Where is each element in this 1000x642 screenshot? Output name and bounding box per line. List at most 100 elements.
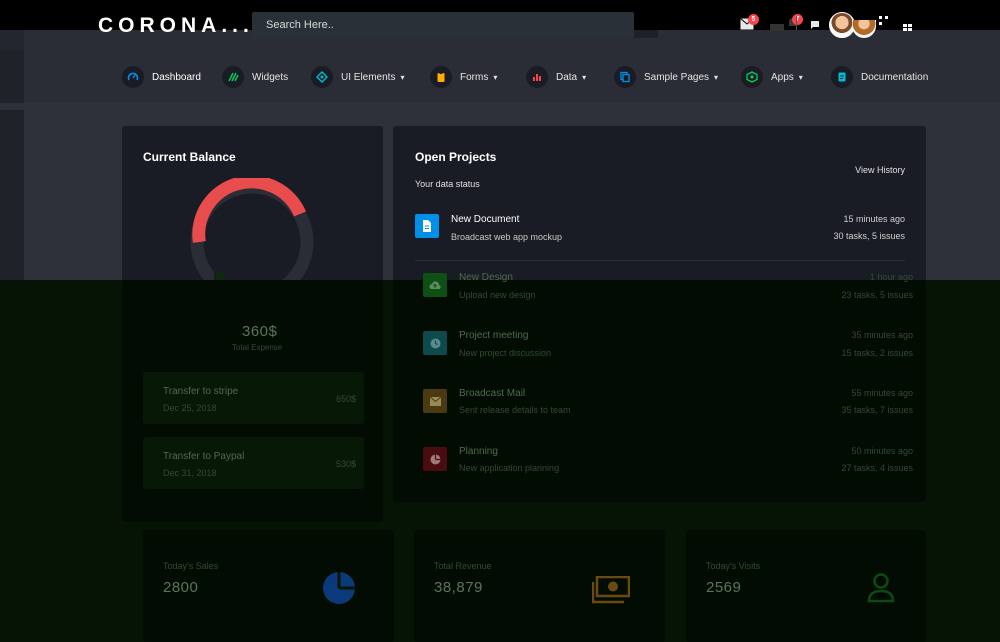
project-item-icon [423,331,447,355]
toolbar-divider-2 [796,16,797,30]
projects-card: Open Projects Your data status View Hist… [393,126,926,286]
cash-icon [592,576,630,604]
cube-icon [741,66,763,88]
projects-card-title: Open Projects [415,150,497,164]
user-icon [867,573,895,603]
project-stats: 27 tasks, 4 issues [841,463,913,473]
project-name[interactable]: New Document [451,214,519,225]
brand-logo[interactable]: CORONA... [98,14,254,38]
project-stats: 23 tasks, 5 issues [841,290,913,300]
project-name[interactable]: New Design [459,272,513,283]
stat-label: Total Revenue [434,561,492,571]
diamond-icon [311,66,333,88]
project-name[interactable]: Broadcast Mail [459,388,525,399]
nav-label-forms: Forms [460,71,489,83]
donut-tail [216,272,224,279]
copy-icon [614,66,636,88]
project-desc: Broadcast web app mockup [451,232,563,242]
alerts-badge: 7 [792,14,803,25]
cloud-upload-icon [429,281,441,289]
transfer-amount: 530$ [336,459,357,469]
nav-label-sample-pages: Sample Pages [644,71,710,83]
chevron-down-icon: ▾ [714,72,719,82]
chart-icon [526,66,548,88]
speedometer-icon [122,66,144,88]
notifications-button[interactable]: 7 [784,12,806,34]
stat-value: 38,879 [434,579,483,596]
nav-item-data[interactable]: Data ▾ [526,66,586,88]
left-gutter-edge [0,103,24,110]
stat-label: Today's Visits [706,561,761,571]
nav-label-data: Data [556,71,578,83]
project-time: 35 minutes ago [851,330,913,340]
nav-item-apps[interactable]: Apps ▾ [741,66,803,88]
stat-value: 2569 [706,579,742,596]
project-time: 15 minutes ago [843,214,905,224]
grid-menu-icon[interactable] [877,16,891,32]
clock-icon [430,338,440,348]
chart-pie-icon [323,572,355,604]
stat-value: 2800 [163,579,199,596]
project-item-icon [415,214,439,238]
nav-label-ui-elements: UI Elements [341,71,396,83]
nav-item-ui-elements[interactable]: UI Elements ▾ [311,66,404,88]
project-stats: 30 tasks, 5 issues [833,231,905,241]
transfer-title: Transfer to Paypal [163,451,245,462]
clipboard-icon [430,66,452,88]
chart-pie-icon [430,454,440,464]
nav-label-widgets: Widgets [252,71,289,83]
nav-label-apps: Apps [771,71,794,83]
chevron-down-icon: ▾ [798,72,803,82]
transfer-date: Dec 31, 2018 [163,468,217,478]
mail-button[interactable]: 5 [738,12,760,34]
apps-grid-icon[interactable] [903,24,913,32]
total-expense-value: 360$ [242,323,278,340]
project-name[interactable]: Project meeting [459,330,528,341]
balance-card: Current Balance [122,126,383,286]
project-stats: 35 tasks, 7 issues [841,405,913,415]
project-name[interactable]: Planning [459,446,498,457]
transfer-amount: 650$ [336,394,357,404]
project-desc: New project discussion [459,348,552,358]
transfer-title: Transfer to stripe [163,386,239,397]
chat-icon[interactable] [809,18,821,30]
nav-label-dashboard: Dashboard [152,71,201,83]
project-item-icon [423,389,447,413]
nav-item-widgets[interactable]: Widgets [222,66,288,88]
transfer-item[interactable] [143,437,364,489]
widgets-icon [222,66,244,88]
project-item-icon [423,273,447,297]
project-desc: Upload new design [459,290,536,300]
project-time: 55 minutes ago [851,388,913,398]
project-time: 50 minutes ago [851,446,913,456]
file-icon [423,220,431,232]
chevron-down-icon: ▾ [493,72,498,82]
chevron-down-icon: ▾ [582,72,587,82]
project-desc: New application planning [459,463,560,473]
nav-item-dashboard[interactable]: Dashboard [122,66,201,88]
total-expense-label: Total Expense [232,343,283,352]
project-stats: 15 tasks, 2 issues [841,348,913,358]
mail-icon [429,396,441,406]
nav-item-forms[interactable]: Forms ▾ [430,66,497,88]
left-gutter [0,50,24,280]
view-history-link[interactable]: View History [855,165,905,175]
project-time: 1 hour ago [869,272,913,282]
project-divider [415,260,905,261]
nav-item-documentation[interactable]: Documentation [831,66,928,88]
mail-badge: 5 [748,14,759,25]
stat-label: Today's Sales [163,561,219,571]
project-desc: Sent release details to team [459,405,571,415]
projects-subtitle: Your data status [415,179,480,189]
nav-label-documentation: Documentation [861,71,929,83]
balance-donut-chart [190,178,314,286]
toolbar-divider [770,24,784,31]
transfer-item[interactable] [143,372,364,424]
search-input[interactable] [252,12,634,38]
chevron-down-icon: ▾ [400,72,405,82]
balance-card-title: Current Balance [143,150,236,164]
nav-item-sample-pages[interactable]: Sample Pages ▾ [614,66,718,88]
transfer-date: Dec 25, 2018 [163,403,217,413]
document-icon [831,66,853,88]
project-item-icon [423,447,447,471]
